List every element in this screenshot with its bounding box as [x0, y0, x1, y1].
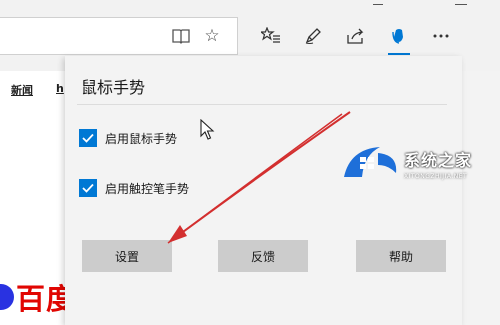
- watermark-text: 系统之家: [404, 150, 473, 170]
- mouse-cursor-icon: [200, 119, 215, 140]
- checkmark-icon: [82, 133, 94, 143]
- pen-gesture-checkbox[interactable]: [79, 179, 97, 197]
- mouse-gesture-extension-icon[interactable]: [386, 23, 412, 49]
- option-pen-gesture[interactable]: 启用触控笔手势: [79, 177, 189, 199]
- more-icon[interactable]: [428, 23, 454, 49]
- baidu-paw-fragment: [0, 284, 14, 310]
- favorites-hub-icon[interactable]: [258, 23, 284, 49]
- panel-title: 鼠标手势: [81, 78, 146, 97]
- option-label: 启用触控笔手势: [105, 181, 190, 196]
- window-minimize-hint: [373, 4, 383, 5]
- favorite-star-icon[interactable]: ☆: [199, 23, 225, 49]
- page-scroll-area: [462, 71, 500, 325]
- active-extension-indicator: [388, 53, 410, 55]
- reading-view-icon[interactable]: [168, 23, 194, 49]
- feedback-button[interactable]: 反馈: [218, 240, 308, 272]
- option-mouse-gesture[interactable]: 启用鼠标手势: [79, 127, 177, 149]
- nav-link-news[interactable]: 新闻: [11, 82, 33, 98]
- mouse-gesture-panel: 鼠标手势 启用鼠标手势 启用触控笔手势 设置 反馈 帮助: [65, 56, 462, 325]
- mouse-gesture-checkbox[interactable]: [79, 129, 97, 147]
- share-icon[interactable]: [343, 23, 369, 49]
- pen-icon[interactable]: [300, 23, 326, 49]
- settings-button[interactable]: 设置: [82, 240, 172, 272]
- watermark-subtext: XITONGZHIJIA.NET: [404, 172, 468, 180]
- panel-divider: [77, 104, 447, 105]
- checkmark-icon: [82, 183, 94, 193]
- watermark-logo-icon: [344, 147, 397, 177]
- help-button[interactable]: 帮助: [356, 240, 446, 272]
- window-close-hint: [455, 4, 467, 5]
- nav-link-partial[interactable]: h: [56, 82, 64, 95]
- option-label: 启用鼠标手势: [105, 131, 178, 146]
- watermark: 系统之家 XITONGZHIJIA.NET: [340, 140, 500, 186]
